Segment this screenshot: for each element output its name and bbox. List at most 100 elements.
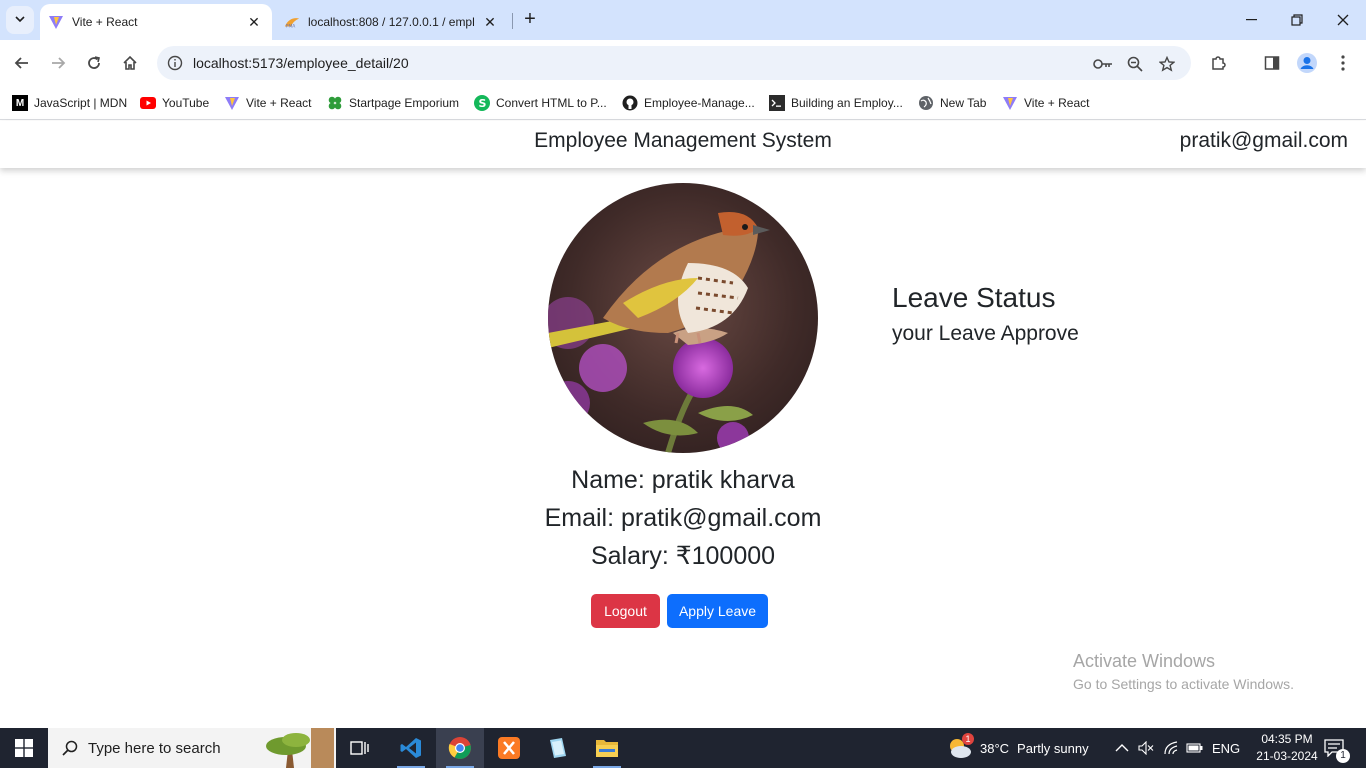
new-tab-button[interactable]: + xyxy=(520,9,540,30)
xampp-icon xyxy=(498,737,520,759)
bookmark-item[interactable]: S Convert HTML to P... xyxy=(474,93,607,113)
key-icon[interactable] xyxy=(1092,53,1114,75)
leave-status-title: Leave Status xyxy=(892,282,1056,313)
tab-search-button[interactable] xyxy=(6,6,34,34)
bookmark-star-icon[interactable] xyxy=(1156,53,1178,75)
notification-icon: 1 xyxy=(1324,739,1350,763)
bookmark-item[interactable]: M JavaScript | MDN xyxy=(12,93,127,113)
weather-widget[interactable]: 1 38°C Partly sunny xyxy=(946,728,1089,768)
profile-avatar-icon[interactable] xyxy=(1292,48,1322,78)
convert-icon: S xyxy=(474,95,490,111)
close-icon[interactable]: ✕ xyxy=(244,12,264,32)
taskbar-clock[interactable]: 04:35 PM 21-03-2024 xyxy=(1252,731,1322,765)
bookmark-item[interactable]: Startpage Emporium xyxy=(327,93,459,113)
side-panel-icon[interactable] xyxy=(1257,48,1287,78)
reload-button[interactable] xyxy=(79,48,109,78)
address-bar[interactable]: localhost:5173/employee_detail/20 xyxy=(157,46,1191,80)
vite-icon xyxy=(48,14,64,30)
folder-icon xyxy=(596,740,618,757)
github-icon xyxy=(622,95,638,111)
tray-battery[interactable] xyxy=(1186,728,1204,768)
tray-network[interactable] xyxy=(1164,728,1180,768)
activate-windows-watermark: Activate Windows Go to Settings to activ… xyxy=(1073,651,1294,692)
bookmark-label: YouTube xyxy=(162,96,210,110)
tray-language[interactable]: ENG xyxy=(1212,728,1240,768)
zoom-icon[interactable] xyxy=(1124,53,1146,75)
taskbar-search[interactable]: Type here to search xyxy=(48,728,336,768)
svg-text:S: S xyxy=(479,97,487,110)
mdn-icon: M xyxy=(12,95,28,111)
clover-icon xyxy=(327,95,343,111)
employee-salary: Salary: ₹100000 xyxy=(590,542,776,570)
menu-kebab-icon[interactable] xyxy=(1328,48,1358,78)
search-placeholder: Type here to search xyxy=(88,739,221,757)
bookmark-item[interactable]: Vite + React xyxy=(1002,93,1089,113)
browser-tab-strip: Vite + React ✕ PMA localhost:808 / 127.0… xyxy=(0,0,1366,40)
weather-icon: 1 xyxy=(946,733,974,760)
windows-taskbar: Type here to search 1 38°C Partly sunny xyxy=(0,728,1366,768)
notification-center-button[interactable]: 1 xyxy=(1324,728,1350,768)
taskbar-app-notes[interactable] xyxy=(534,728,582,768)
page-title: Employee Management System xyxy=(534,129,832,152)
close-window-button[interactable] xyxy=(1320,0,1366,40)
page-content: Employee Management System pratik@gmail.… xyxy=(0,121,1366,728)
tab-phpmyadmin[interactable]: PMA localhost:808 / 127.0.0.1 / empl ✕ xyxy=(276,4,508,40)
tab-title: localhost:808 / 127.0.0.1 / empl xyxy=(308,15,475,29)
taskbar-app-file-explorer[interactable] xyxy=(583,728,631,768)
tray-volume[interactable] xyxy=(1138,728,1154,768)
wifi-icon xyxy=(1164,741,1178,755)
leave-status-text: your Leave Approve xyxy=(892,322,1079,345)
logout-button[interactable]: Logout xyxy=(591,594,660,628)
vscode-icon xyxy=(400,738,421,758)
weather-desc: Partly sunny xyxy=(1017,740,1089,756)
apply-leave-button[interactable]: Apply Leave xyxy=(667,594,768,628)
svg-text:PMA: PMA xyxy=(286,23,296,29)
home-button[interactable] xyxy=(115,48,145,78)
search-icon xyxy=(62,740,78,756)
forward-button[interactable] xyxy=(43,48,73,78)
start-button[interactable] xyxy=(0,728,48,768)
chevron-up-icon xyxy=(1115,744,1129,752)
taskbar-app-xampp[interactable] xyxy=(485,728,533,768)
site-info-icon[interactable] xyxy=(165,53,185,73)
employee-email: Email: pratik@gmail.com xyxy=(544,504,822,532)
browser-toolbar: localhost:5173/employee_detail/20 xyxy=(0,40,1366,86)
close-icon[interactable]: ✕ xyxy=(480,12,500,32)
header-user-email: pratik@gmail.com xyxy=(1179,129,1348,152)
taskbar-app-chrome[interactable] xyxy=(436,728,484,768)
profile-photo xyxy=(548,183,818,453)
minimize-button[interactable] xyxy=(1228,0,1274,40)
bookmark-item[interactable]: Building an Employ... xyxy=(769,93,903,113)
restore-button[interactable] xyxy=(1274,0,1320,40)
taskbar-app-vscode[interactable] xyxy=(387,728,435,768)
globe-icon xyxy=(918,95,934,111)
bookmark-label: Building an Employ... xyxy=(791,96,903,110)
weather-badge: 1 xyxy=(962,733,974,745)
notes-app-icon xyxy=(550,738,566,758)
bookmark-label: New Tab xyxy=(940,96,987,110)
bookmark-label: JavaScript | MDN xyxy=(34,96,128,110)
bookmark-label: Convert HTML to P... xyxy=(496,96,607,110)
watermark-subtitle: Go to Settings to activate Windows. xyxy=(1073,676,1294,692)
extensions-icon[interactable] xyxy=(1203,48,1233,78)
task-view-button[interactable] xyxy=(336,728,384,768)
search-highlight-icon xyxy=(256,728,334,768)
youtube-icon xyxy=(140,95,156,111)
url-text: localhost:5173/employee_detail/20 xyxy=(193,55,409,71)
clock-time: 04:35 PM xyxy=(1261,732,1313,746)
bookmark-item[interactable]: New Tab xyxy=(918,93,986,113)
tab-vite-react[interactable]: Vite + React ✕ xyxy=(40,4,272,40)
bookmark-item[interactable]: Vite + React xyxy=(224,93,311,113)
tray-overflow-button[interactable] xyxy=(1115,728,1129,768)
bookmark-label: Vite + React xyxy=(1024,96,1090,110)
bookmark-item[interactable]: YouTube xyxy=(140,93,209,113)
chevron-down-icon xyxy=(14,13,26,28)
watermark-title: Activate Windows xyxy=(1073,651,1216,671)
app-header: Employee Management System pratik@gmail.… xyxy=(0,121,1366,168)
back-button[interactable] xyxy=(7,48,37,78)
notification-count: 1 xyxy=(1336,749,1350,763)
bookmark-item[interactable]: Employee-Manage... xyxy=(622,93,755,113)
chrome-icon xyxy=(448,737,471,759)
tab-title: Vite + React xyxy=(72,15,138,29)
vite-icon xyxy=(224,95,240,111)
